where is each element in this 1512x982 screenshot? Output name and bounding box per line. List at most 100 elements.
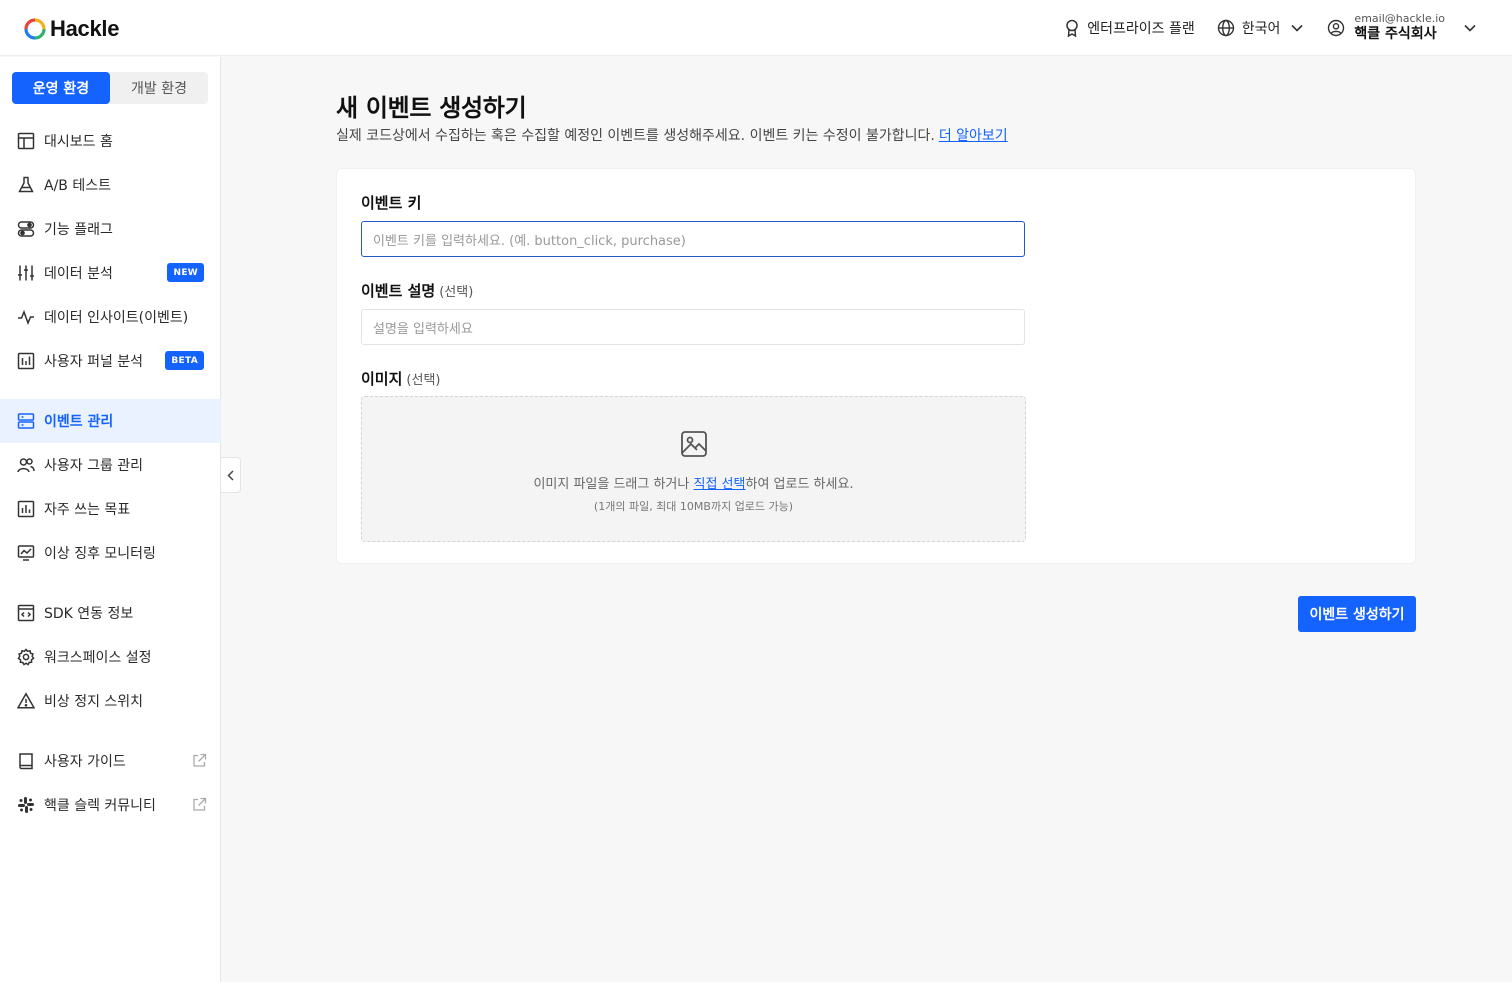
flask-icon [17, 176, 35, 194]
sidebar-item-label: 데이터 분석 [44, 266, 113, 282]
chevron-down-icon [1464, 24, 1476, 32]
page-description: 실제 코드상에서 수집하는 혹은 수집할 예정인 이벤트를 생성해주세요. 이벤… [336, 125, 1008, 145]
sidebar-item-data-insight[interactable]: 데이터 인사이트(이벤트) [0, 295, 221, 339]
dashboard-icon [17, 132, 35, 150]
nav-group-data: 이벤트 관리 사용자 그룹 관리 자주 쓰는 목표 이상 징후 모니터링 [0, 399, 221, 575]
hackle-logo-icon [24, 18, 46, 40]
select-file-link[interactable]: 직접 선택 [694, 477, 746, 492]
sidebar-item-event-management[interactable]: 이벤트 관리 [0, 399, 221, 443]
brand-name: Hackle [50, 16, 120, 41]
image-dropzone[interactable]: 이미지 파일을 드래그 하거나 직접 선택하여 업로드 하세요. (1개의 파일… [361, 396, 1026, 542]
nav-group-external: 사용자 가이드 핵클 슬렉 커뮤니티 [0, 739, 221, 827]
sidebar-item-slack-community[interactable]: 핵클 슬렉 커뮤니티 [0, 783, 221, 827]
event-key-label-text: 이벤트 키 [361, 194, 422, 212]
sidebar-item-label: SDK 연동 정보 [44, 606, 134, 622]
sidebar-item-funnel[interactable]: 사용자 퍼널 분석 BETA [0, 339, 221, 383]
sidebar-item-label: 사용자 그룹 관리 [44, 458, 144, 474]
nav-group-settings: SDK 연동 정보 워크스페이스 설정 비상 정지 스위치 [0, 591, 221, 723]
event-form-card: 이벤트 키 이벤트 키를 입력하세요. (예. button_click, pu… [336, 168, 1416, 564]
external-link-icon [192, 797, 207, 816]
sidebar-item-data-analysis[interactable]: 데이터 분석 NEW [0, 251, 221, 295]
sliders-icon [17, 264, 35, 282]
sidebar-item-label: 사용자 퍼널 분석 [44, 354, 144, 370]
event-desc-label-text: 이벤트 설명 [361, 282, 436, 300]
nav-group-main: 대시보드 홈 A/B 테스트 기능 플래그 데이터 분석 NEW 데이터 인사이… [0, 119, 221, 383]
dropzone-text-after: 하여 업로드 하세요. [745, 477, 854, 492]
event-key-input[interactable]: 이벤트 키를 입력하세요. (예. button_click, purchase… [361, 221, 1025, 257]
gear-icon [17, 648, 35, 666]
sidebar-item-label: 대시보드 홈 [44, 134, 113, 150]
sidebar-item-sdk[interactable]: SDK 연동 정보 [0, 591, 221, 635]
slack-icon [17, 796, 35, 814]
environment-toggle: 운영 환경 개발 환경 [12, 72, 208, 104]
image-label-text: 이미지 [361, 370, 403, 388]
event-desc-placeholder: 설명을 입력하세요 [373, 321, 473, 337]
sidebar-item-dashboard[interactable]: 대시보드 홈 [0, 119, 221, 163]
sidebar-item-anomaly-monitoring[interactable]: 이상 징후 모니터링 [0, 531, 221, 575]
page-title: 새 이벤트 생성하기 [336, 94, 527, 122]
sidebar-item-label: 이상 징후 모니터링 [44, 546, 156, 562]
sidebar-item-label: 데이터 인사이트(이벤트) [44, 310, 189, 326]
plan-indicator[interactable]: 엔터프라이즈 플랜 [1064, 18, 1195, 38]
image-icon [679, 429, 709, 459]
external-link-icon [192, 753, 207, 772]
sidebar-item-feature-flag[interactable]: 기능 플래그 [0, 207, 221, 251]
sidebar-item-user-groups[interactable]: 사용자 그룹 관리 [0, 443, 221, 487]
globe-icon [1217, 19, 1235, 37]
sidebar-item-label: 비상 정지 스위치 [44, 694, 144, 710]
image-label: 이미지 (선택) [361, 368, 440, 389]
env-tab-development[interactable]: 개발 환경 [110, 72, 208, 104]
chevron-down-icon [1291, 24, 1303, 32]
sidebar-item-label: A/B 테스트 [44, 178, 111, 194]
code-window-icon [17, 604, 35, 622]
optional-tag: (선택) [406, 373, 441, 388]
env-tab-production[interactable]: 운영 환경 [12, 72, 110, 104]
users-icon [17, 456, 35, 474]
bar-chart-icon [17, 352, 35, 370]
new-badge: NEW [167, 263, 204, 282]
sidebar-item-label: 자주 쓰는 목표 [44, 502, 131, 518]
event-key-label: 이벤트 키 [361, 192, 421, 213]
create-event-button[interactable]: 이벤트 생성하기 [1298, 596, 1416, 632]
learn-more-link[interactable]: 더 알아보기 [939, 128, 1008, 144]
sidebar-item-goals[interactable]: 자주 쓰는 목표 [0, 487, 221, 531]
plan-label: 엔터프라이즈 플랜 [1087, 21, 1195, 37]
book-icon [17, 752, 35, 770]
account-email: email@hackle.io [1354, 12, 1445, 26]
beta-badge: BETA [165, 351, 204, 370]
dropzone-text: 이미지 파일을 드래그 하거나 직접 선택하여 업로드 하세요. [533, 473, 853, 492]
server-icon [17, 412, 35, 430]
pulse-icon [17, 308, 35, 326]
sidebar-item-kill-switch[interactable]: 비상 정지 스위치 [0, 679, 221, 723]
account-menu[interactable]: email@hackle.io 핵클 주식회사 [1327, 12, 1476, 43]
top-header: Hackle 엔터프라이즈 플랜 한국어 email@hackle.io 핵클 … [0, 0, 1512, 56]
sidebar-item-ab-test[interactable]: A/B 테스트 [0, 163, 221, 207]
page-description-text: 실제 코드상에서 수집하는 혹은 수집할 예정인 이벤트를 생성해주세요. 이벤… [336, 128, 935, 144]
bar-chart-icon [17, 500, 35, 518]
sidebar-item-label: 핵클 슬렉 커뮤니티 [44, 798, 156, 814]
language-selector[interactable]: 한국어 [1217, 18, 1304, 38]
optional-tag: (선택) [439, 285, 474, 300]
award-icon [1064, 19, 1080, 37]
account-org: 핵클 주식회사 [1354, 26, 1437, 43]
sidebar-item-label: 워크스페이스 설정 [44, 650, 152, 666]
user-circle-icon [1327, 19, 1345, 37]
sidebar-item-workspace-settings[interactable]: 워크스페이스 설정 [0, 635, 221, 679]
sidebar-item-user-guide[interactable]: 사용자 가이드 [0, 739, 221, 783]
dropzone-text-before: 이미지 파일을 드래그 하거나 [533, 477, 694, 492]
sidebar-item-label: 기능 플래그 [44, 222, 113, 238]
sidebar: 운영 환경 개발 환경 대시보드 홈 A/B 테스트 기능 플래그 데이터 분석… [0, 57, 221, 982]
event-description-input[interactable]: 설명을 입력하세요 [361, 309, 1025, 345]
toggle-icon [17, 220, 35, 238]
chevron-left-icon [227, 469, 234, 481]
warning-icon [17, 692, 35, 710]
sidebar-item-label: 이벤트 관리 [44, 414, 114, 430]
event-desc-label: 이벤트 설명 (선택) [361, 280, 473, 301]
sidebar-collapse-button[interactable] [221, 457, 241, 493]
dropzone-limit-text: (1개의 파일, 최대 10MB까지 업로드 가능) [593, 500, 794, 513]
sidebar-item-label: 사용자 가이드 [44, 754, 126, 770]
language-label: 한국어 [1241, 21, 1281, 37]
brand-logo[interactable]: Hackle [24, 16, 119, 42]
event-key-placeholder: 이벤트 키를 입력하세요. (예. button_click, purchase… [373, 233, 686, 249]
monitor-chart-icon [17, 544, 35, 562]
